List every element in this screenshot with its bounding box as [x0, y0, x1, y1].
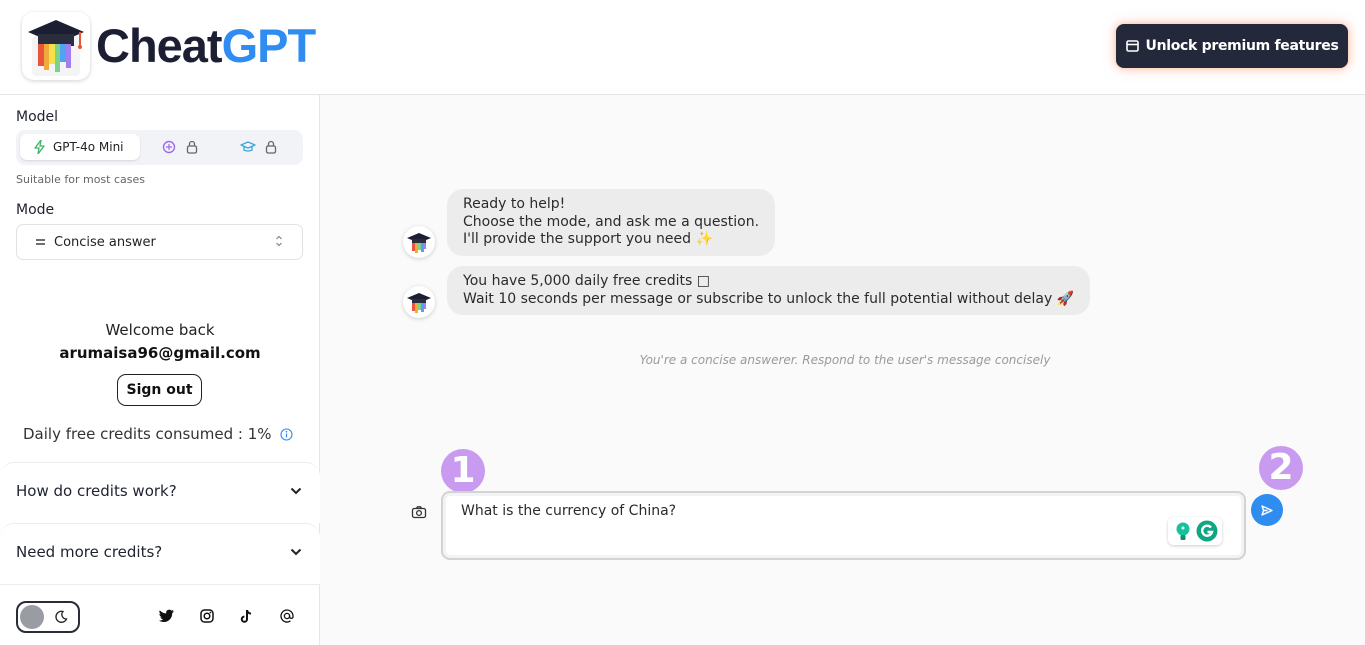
dark-mode-toggle[interactable]: [16, 601, 80, 633]
model-option-advanced[interactable]: [162, 140, 176, 154]
sidebar: Model GPT-4o Mini Suitable for most case…: [0, 95, 320, 645]
chevron-up-down-icon: [276, 235, 282, 247]
send-button[interactable]: [1251, 494, 1283, 526]
grammarly-widget[interactable]: [1168, 517, 1222, 545]
graduation-cap-logo-icon: [28, 20, 84, 76]
unlock-premium-label: Unlock premium features: [1145, 38, 1339, 54]
sign-out-label: Sign out: [126, 382, 193, 398]
model-label: Model: [16, 109, 59, 125]
sidebar-footer: [0, 584, 320, 645]
instagram-icon[interactable]: [200, 609, 214, 623]
graduation-cap-logo-icon: [407, 293, 431, 313]
model-option-label: GPT-4o Mini: [53, 140, 124, 154]
message-line: You have 5,000 daily free credits □: [463, 273, 710, 289]
assistant-avatar: [403, 226, 435, 258]
annotation-badge-1: 1: [441, 449, 485, 493]
model-option-gpt-4o-mini[interactable]: GPT-4o Mini: [20, 134, 140, 160]
toggle-knob: [20, 605, 44, 629]
message-line: Choose the mode, and ask me a question.: [463, 213, 760, 230]
unlock-premium-button[interactable]: Unlock premium features: [1116, 24, 1348, 68]
faq-title: How do credits work?: [16, 482, 177, 500]
brand-title-part2: GPT: [221, 19, 317, 72]
graduation-cap-logo-icon: [407, 233, 431, 253]
moon-icon: [55, 610, 68, 623]
grammarly-icon: [1176, 520, 1218, 542]
message-line: Ready to help!: [463, 196, 566, 212]
cheatgpt-logo[interactable]: [22, 12, 90, 80]
sign-out-button[interactable]: Sign out: [117, 374, 202, 406]
brand-title: CheatGPT: [96, 18, 317, 74]
brand-title-part1: Cheat: [96, 19, 223, 72]
welcome-text: Welcome back: [105, 321, 215, 339]
message-line: I'll provide the support you need ✨: [463, 231, 713, 247]
assistant-message: You have 5,000 daily free credits □ Wait…: [447, 266, 1091, 315]
send-icon: [1261, 504, 1273, 516]
graduation-cap-icon: [240, 141, 256, 152]
model-option-expert[interactable]: [240, 140, 256, 154]
top-header: CheatGPT Unlock premium features: [0, 0, 1365, 95]
lock-icon: [186, 140, 198, 154]
info-icon[interactable]: [279, 427, 293, 441]
message-input[interactable]: What is the currency of China?: [441, 491, 1246, 560]
message-input-value: What is the currency of China?: [461, 503, 677, 519]
chevron-down-icon: [290, 487, 302, 495]
user-email: arumaisa96@gmail.com: [59, 344, 261, 362]
faq-title: Need more credits?: [16, 543, 163, 561]
mode-selected-value: Concise answer: [54, 234, 156, 250]
annotation-badge-2: 2: [1259, 446, 1303, 490]
model-selector: GPT-4o Mini: [16, 130, 303, 165]
threads-icon[interactable]: [280, 609, 294, 623]
system-prompt-note: You're a concise answerer. Respond to th…: [639, 353, 1051, 367]
credits-consumed: Daily free credits consumed : 1%: [23, 425, 293, 443]
model-hint: Suitable for most cases: [16, 173, 145, 186]
camera-icon[interactable]: [411, 505, 427, 519]
message-line: Wait 10 seconds per message or subscribe…: [463, 290, 1075, 307]
lock-icon: [265, 140, 277, 154]
equals-icon: [36, 239, 45, 245]
mode-select[interactable]: Concise answer: [16, 224, 303, 260]
lightning-icon: [34, 140, 45, 154]
faq-need-more-credits[interactable]: Need more credits?: [0, 523, 320, 584]
store-icon: [1125, 40, 1139, 52]
tiktok-icon[interactable]: [240, 609, 253, 624]
assistant-message: Ready to help! Choose the mode, and ask …: [447, 189, 776, 256]
chevron-down-icon: [290, 548, 302, 556]
assistant-avatar: [403, 286, 435, 318]
brain-icon: [162, 140, 176, 154]
twitter-icon[interactable]: [159, 609, 175, 623]
mode-label: Mode: [16, 202, 55, 218]
credits-consumed-text: Daily free credits consumed : 1%: [23, 425, 272, 443]
faq-how-credits-work[interactable]: How do credits work?: [0, 462, 320, 523]
